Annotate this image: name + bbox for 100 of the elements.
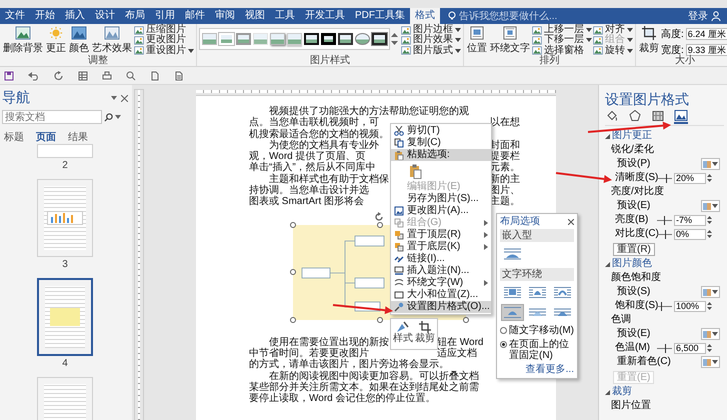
preset-dropdown[interactable] — [701, 158, 720, 170]
close-icon[interactable] — [568, 218, 574, 224]
navigation-tab[interactable]: 标题 — [4, 130, 24, 144]
ribbon-button[interactable]: 艺术效果 — [91, 25, 133, 55]
radio-button[interactable] — [500, 341, 507, 348]
resize-handle[interactable] — [377, 222, 383, 228]
ribbon-tab[interactable]: 插入 — [60, 8, 90, 24]
ribbon-button[interactable]: 图片效果 — [401, 35, 461, 46]
ribbon-tab[interactable]: 设计 — [90, 8, 120, 24]
menu-item[interactable]: 设置图片格式(O)... — [391, 301, 491, 313]
table-icon[interactable] — [78, 70, 88, 80]
ribbon-tab[interactable]: 邮件 — [180, 8, 210, 24]
tell-me-field[interactable]: 告诉我您想要做什么... — [459, 10, 577, 22]
ribbon-button[interactable]: 删除背景 — [2, 25, 44, 55]
resize-handle[interactable] — [290, 268, 296, 275]
resize-handle[interactable] — [290, 316, 296, 323]
ribbon-button[interactable]: 位置 — [466, 25, 488, 55]
ribbon-button[interactable]: 对齐 — [593, 25, 633, 36]
ribbon-button[interactable]: 裁剪 — [638, 25, 660, 55]
ribbon-button[interactable]: 更正 — [45, 25, 67, 55]
resize-handle[interactable] — [377, 316, 383, 323]
print-icon[interactable] — [102, 70, 112, 80]
menu-item[interactable]: 剪切(T) — [391, 125, 491, 137]
menu-item[interactable]: 大小和位置(Z)... — [391, 289, 491, 301]
document-icon[interactable] — [150, 70, 160, 80]
close-icon[interactable] — [121, 94, 128, 102]
picture-style-thumbnail[interactable] — [372, 33, 387, 45]
preset-dropdown[interactable] — [701, 328, 720, 340]
resize-handle[interactable] — [290, 222, 296, 228]
value-field[interactable]: -7% — [674, 214, 706, 226]
preset-dropdown[interactable] — [701, 356, 720, 368]
picture-style-thumbnail[interactable] — [304, 33, 319, 45]
ribbon-tab[interactable]: 文件 — [0, 8, 30, 24]
menu-item[interactable]: 置于顶层(R) — [391, 229, 491, 241]
picture-style-thumbnail[interactable] — [321, 33, 336, 45]
size-field[interactable]: 6.24 厘米 — [686, 28, 727, 40]
radio-button[interactable] — [500, 327, 507, 334]
ribbon-button[interactable]: 环绕文字 — [489, 25, 531, 55]
picture-icon[interactable] — [674, 109, 688, 124]
menu-item[interactable]: 另存为图片(S)... — [391, 193, 491, 205]
wrap-option-icon[interactable] — [501, 284, 524, 301]
search-field[interactable]: 搜索文档 — [2, 110, 102, 124]
save-icon[interactable] — [4, 70, 14, 80]
picture-style-thumbnail[interactable] — [338, 33, 353, 45]
value-field[interactable]: 20% — [674, 172, 706, 184]
ribbon-tab[interactable]: 开发工具 — [300, 8, 350, 24]
ribbon-tab[interactable]: PDF工具集 — [350, 8, 410, 24]
search-icon[interactable] — [104, 112, 113, 122]
resize-handle[interactable] — [463, 316, 469, 323]
menu-item[interactable]: 粘贴选项: — [391, 149, 491, 161]
reset-button[interactable]: 重置(R) — [613, 242, 655, 256]
menu-item[interactable]: 插入题注(N)... — [391, 265, 491, 277]
picture-style-thumbnail[interactable] — [202, 33, 217, 45]
expand-triangle-icon[interactable] — [605, 134, 610, 138]
picture-style-thumbnail[interactable] — [236, 33, 251, 45]
ribbon-tab[interactable]: 视图 — [240, 8, 270, 24]
ribbon-button[interactable]: 旋转 — [593, 46, 633, 56]
expand-triangle-icon[interactable] — [605, 390, 610, 394]
document-icon[interactable] — [174, 70, 184, 80]
picture-styles-gallery[interactable] — [199, 28, 390, 50]
scroll-up-icon[interactable] — [391, 32, 398, 38]
ribbon-button[interactable]: 下移一层 — [532, 35, 592, 46]
picture-style-thumbnail[interactable] — [355, 33, 370, 45]
menu-item[interactable]: 置于底层(K) — [391, 241, 491, 253]
size-field[interactable]: 9.33 厘米 — [686, 44, 727, 56]
navigation-tab[interactable]: 页面 — [36, 130, 56, 144]
ribbon-tab[interactable]: 引用 — [150, 8, 180, 24]
redo-icon[interactable] — [54, 70, 64, 80]
ribbon-tab[interactable]: 工具 — [270, 8, 300, 24]
ribbon-button[interactable]: 图片版式 — [401, 46, 461, 56]
ribbon-button[interactable]: 选择窗格 — [532, 46, 592, 56]
menu-item[interactable]: 复制(C) — [391, 137, 491, 149]
navigation-tab[interactable]: 结果 — [68, 130, 88, 144]
menu-item[interactable]: 链接(I)... — [391, 253, 491, 265]
ribbon-tab[interactable]: 格式 — [410, 8, 440, 24]
ribbon-tab[interactable]: 审阅 — [210, 8, 240, 24]
paste-option-icon[interactable] — [409, 164, 422, 178]
ribbon-button[interactable]: 颜色 — [68, 25, 90, 55]
value-field[interactable]: 6,500 — [674, 342, 706, 354]
picture-style-thumbnail[interactable] — [270, 33, 285, 45]
wrap-option-icon[interactable] — [526, 284, 549, 301]
preset-dropdown[interactable] — [701, 286, 720, 298]
ribbon-button[interactable]: 重设图片 — [134, 46, 194, 56]
menu-item[interactable]: 环绕文字(W) — [391, 277, 491, 289]
search-icon[interactable] — [126, 70, 136, 80]
preset-dropdown[interactable] — [701, 200, 720, 212]
sign-in-link[interactable]: 登录 — [685, 9, 711, 23]
mini-toolbar-button[interactable]: 样式 — [393, 321, 413, 347]
scroll-down-icon[interactable] — [391, 40, 398, 46]
ribbon-button[interactable]: 上移一层 — [532, 25, 592, 36]
wrap-option-icon[interactable] — [551, 284, 574, 301]
value-field[interactable]: 100% — [674, 300, 706, 312]
ribbon-tab[interactable]: 布局 — [120, 8, 150, 24]
pentagon-icon[interactable] — [628, 109, 642, 124]
page-thumbnail[interactable] — [37, 278, 93, 356]
ribbon-button[interactable]: 更改图片 — [134, 35, 194, 46]
undo-icon[interactable] — [28, 70, 40, 80]
mini-toolbar-button[interactable]: 裁剪 — [415, 321, 435, 347]
expand-triangle-icon[interactable] — [605, 262, 610, 266]
value-field[interactable]: 0% — [674, 228, 706, 240]
